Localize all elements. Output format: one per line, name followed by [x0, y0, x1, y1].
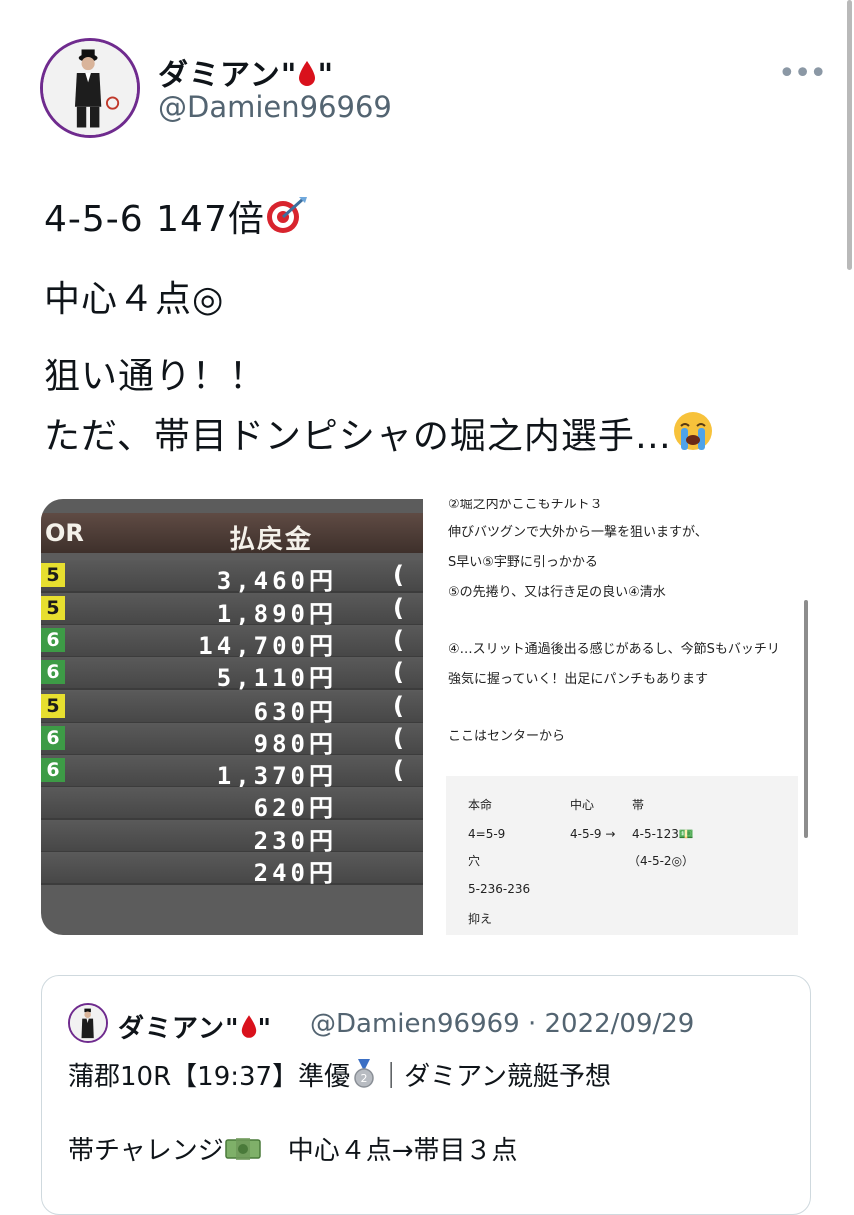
avatar[interactable]	[40, 38, 140, 138]
payout-paren: (	[393, 626, 404, 654]
payout-column-label: OR	[45, 519, 84, 547]
avatar-suited-man-icon	[70, 1005, 106, 1041]
payout-amount: 14,700円	[198, 632, 337, 660]
honmei-label: 本命	[468, 798, 493, 812]
more-options-icon[interactable]: •••	[778, 56, 827, 91]
payout-row: 230円	[41, 820, 423, 855]
payout-row: 5 3,460円 (	[41, 560, 423, 595]
note-line: 強気に握っていく！出足にパンチもあります	[448, 672, 709, 687]
osae-label: 抑え	[468, 912, 493, 926]
ana-label: 穴	[468, 854, 481, 868]
note-line: 伸びバツグンで大外から一撃を狙いますが、	[448, 525, 708, 540]
note-line: S早い⑤宇野に引っかかる	[448, 555, 598, 570]
blood-drop-icon	[240, 1014, 258, 1047]
notes-scrollbar	[804, 600, 808, 838]
payout-row: 620円	[41, 787, 423, 822]
avatar-suited-man-icon	[43, 41, 137, 135]
payout-paren: (	[393, 756, 404, 784]
payout-rank-badge: 5	[41, 563, 65, 587]
payout-amount: 1,370円	[216, 762, 337, 790]
payout-rank-badge: 5	[41, 596, 65, 620]
quote-handle-date[interactable]: @Damien96969 · 2022/09/29	[310, 1009, 694, 1039]
payout-row: 5 630円 (	[41, 691, 423, 726]
note-line: ④…スリット通過後出る感じがあるし、今節Sもバッチリ	[448, 642, 780, 657]
quote-avatar[interactable]	[68, 1003, 108, 1043]
payout-amount: 630円	[253, 698, 337, 726]
chushin-value: 4-5-9 →	[570, 827, 616, 841]
payout-rank-badge: 6	[41, 660, 65, 684]
direct-hit-target-icon	[265, 195, 309, 244]
payout-row: 6 1,370円 (	[41, 755, 423, 790]
svg-text:2: 2	[361, 1072, 368, 1085]
payout-rank-badge: 5	[41, 694, 65, 718]
note-line: ⑤の先捲り、又は行き足の良い④清水	[448, 585, 666, 600]
page-scrollbar[interactable]	[847, 0, 852, 270]
quote-tweet[interactable]: ダミアン" " @Damien96969 · 2022/09/29 蒲郡10R【1…	[41, 975, 811, 1215]
payout-row: 6 14,700円 (	[41, 625, 423, 660]
tweet-line-1: 4-5-6 147倍	[44, 190, 309, 244]
loudly-crying-face-icon	[672, 410, 714, 461]
payout-paren: (	[393, 594, 404, 622]
payout-amount: 1,890円	[216, 600, 337, 628]
payout-image[interactable]: OR 払戻金 5 3,460円 (5 1,890円 (6 14,700円 (6 5,110円 (…	[41, 499, 423, 935]
payout-row: 5 1,890円 (	[41, 593, 423, 628]
payout-paren: (	[393, 561, 404, 589]
payout-amount: 5,110円	[216, 664, 337, 692]
obi-label: 帯	[632, 798, 645, 812]
payout-amount: 230円	[253, 827, 337, 855]
payout-amount: 620円	[253, 794, 337, 822]
note-line: ここはセンターから	[448, 729, 566, 744]
tweet-line-4: ただ、帯目ドンピシャの堀之内選手…	[44, 407, 714, 461]
payout-amount: 240円	[253, 859, 337, 887]
payout-paren: (	[393, 724, 404, 752]
payout-paren: (	[393, 658, 404, 686]
payout-row: 6 980円 (	[41, 723, 423, 758]
quote-line-1: 蒲郡10R【19:37】準優 2 ｜ダミアン競艇予想	[68, 1056, 611, 1096]
note-line: ②堀之内がここもチルト３	[448, 499, 603, 512]
quote-line-2: 帯チャレンジ 中心４点→帯目３点	[68, 1130, 518, 1170]
payout-row: 240円	[41, 852, 423, 887]
obi-value-2: （4-5-2◎）	[628, 854, 695, 868]
silver-medal-icon: 2	[350, 1059, 378, 1096]
handle[interactable]: @Damien96969	[158, 90, 392, 124]
payout-row: 6 5,110円 (	[41, 657, 423, 692]
ana-value: 5-236-236	[468, 882, 531, 896]
honmei-value: 4=5-9	[468, 827, 506, 841]
notes-image[interactable]: ②堀之内がここもチルト３ 伸びバツグンで大外から一撃を狙いますが、 S早い⑤宇野…	[432, 499, 812, 935]
payout-amount: 3,460円	[216, 567, 337, 595]
tweet-line-2: 中心４点◎	[44, 279, 225, 320]
payout-rank-badge: 6	[41, 758, 65, 782]
tweet-line-3: 狙い通り！！	[44, 356, 267, 397]
obi-value: 4-5-123💵	[632, 827, 694, 841]
chushin-label: 中心	[570, 798, 595, 812]
prediction-box: 本命 中心 帯 4=5-9 4-5-9 → 4-5-123💵 （4-5-2◎） …	[446, 776, 798, 935]
payout-rank-badge: 6	[41, 726, 65, 750]
payout-amount: 980円	[253, 730, 337, 758]
payout-rank-badge: 6	[41, 628, 65, 652]
payout-paren: (	[393, 692, 404, 720]
payout-title: 払戻金	[229, 525, 314, 555]
money-bills-icon	[224, 1135, 262, 1170]
quote-display-name[interactable]: ダミアン" "	[118, 1008, 272, 1047]
